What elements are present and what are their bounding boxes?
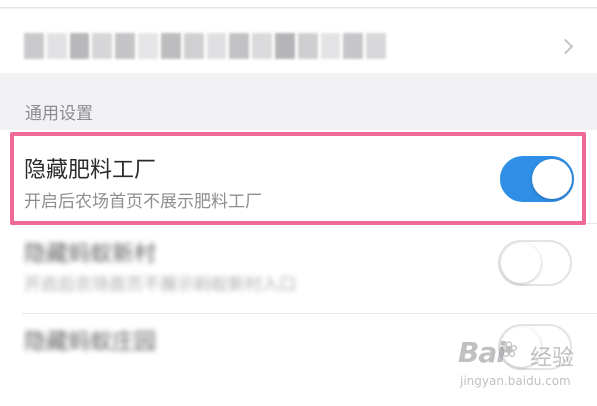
setting-description: 开启后农场首页不展示肥料工厂	[24, 192, 262, 212]
setting-description: 开启后农场首页不展示蚂蚁新村入口	[24, 275, 296, 295]
setting-title: 隐藏蚂蚁庄园	[24, 330, 157, 355]
setting-row-hide-fertilizer-factory: 隐藏肥料工厂 开启后农场首页不展示肥料工厂	[0, 130, 597, 224]
setting-row-hide-ant-village: 隐藏蚂蚁新村 开启后农场首页不展示蚂蚁新村入口	[0, 224, 597, 314]
hide-ant-village-toggle[interactable]	[498, 240, 572, 286]
watermark-url: jingyan.baidu.com	[460, 374, 571, 388]
baidu-jingyan-watermark: Bai ❀ 经验 jingyan.baidu.com	[458, 334, 588, 396]
toggle-knob	[501, 243, 541, 283]
blurred-account-text	[24, 33, 386, 59]
top-strip	[0, 0, 597, 8]
account-row[interactable]	[0, 9, 597, 73]
watermark-brand: 经验	[530, 346, 575, 371]
toggle-knob	[532, 159, 572, 199]
hide-fertilizer-factory-toggle[interactable]	[500, 156, 574, 202]
section-title: 通用设置	[25, 104, 93, 124]
chevron-right-icon	[557, 38, 574, 55]
setting-title: 隐藏肥料工厂	[24, 158, 157, 183]
setting-title: 隐藏蚂蚁新村	[24, 242, 157, 267]
paw-icon: ❀	[499, 338, 519, 363]
